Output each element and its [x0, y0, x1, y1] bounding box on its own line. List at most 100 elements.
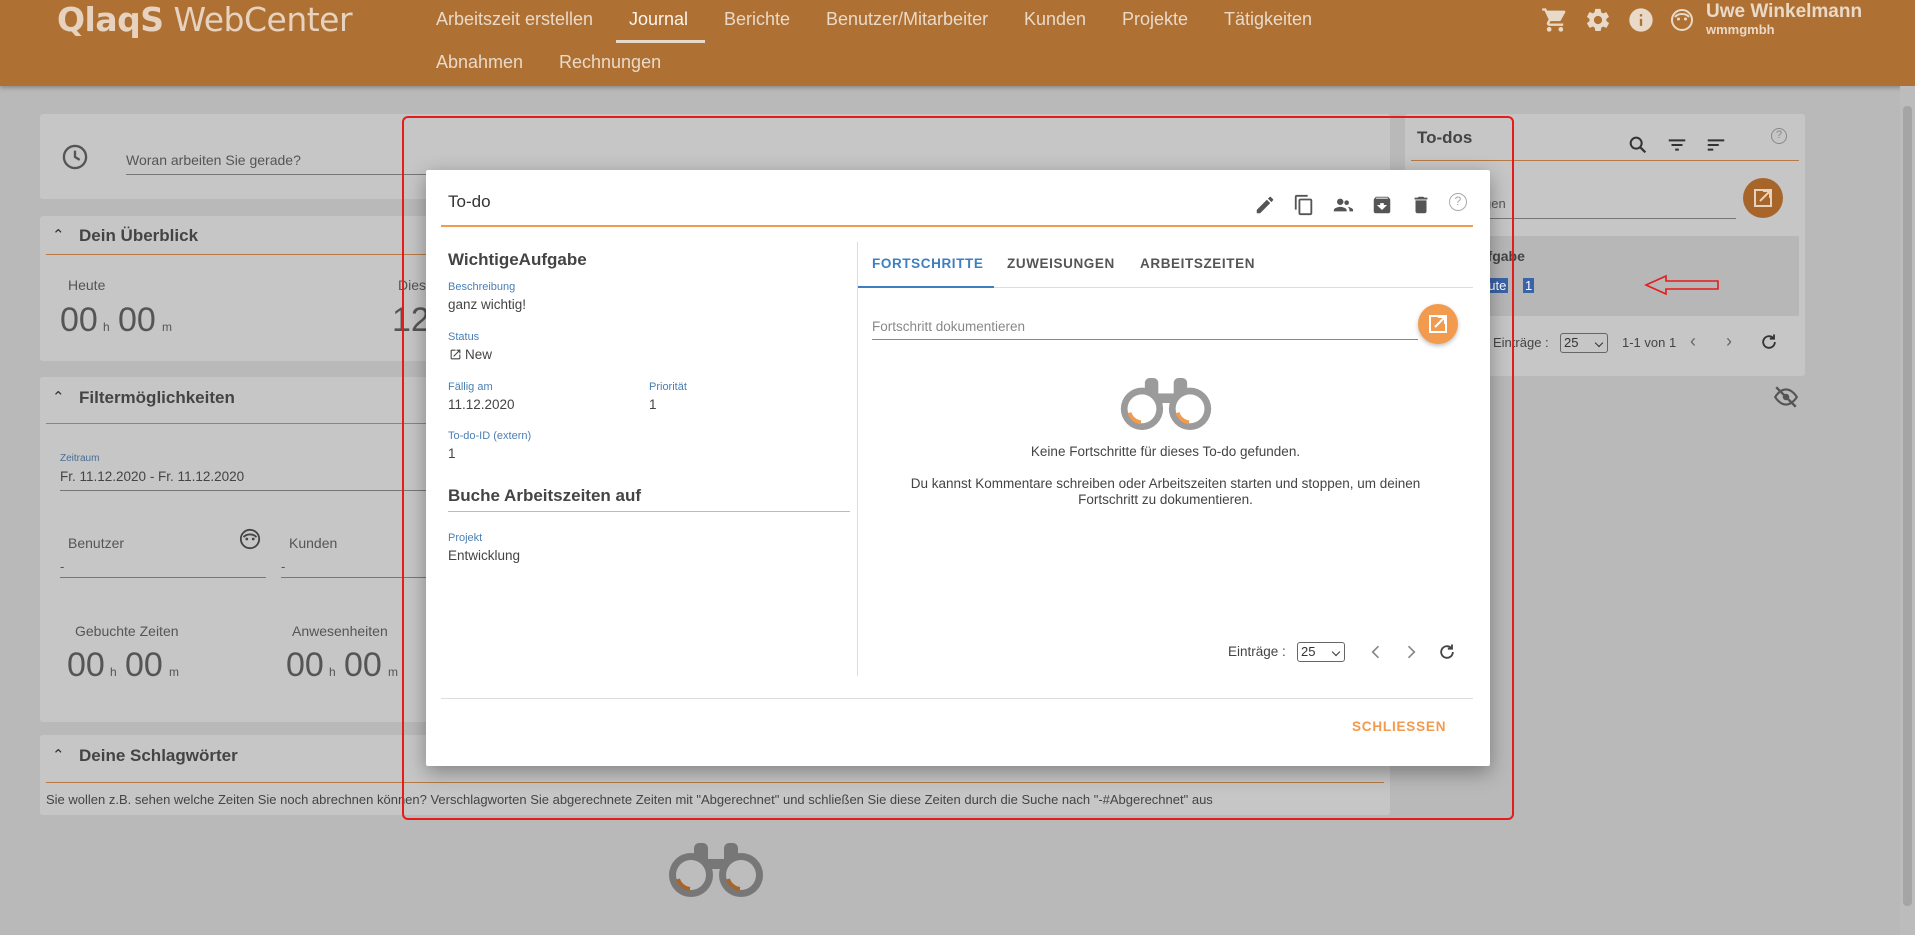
search-icon[interactable]: [1627, 134, 1649, 156]
presence-h-unit: h: [329, 665, 336, 679]
tab-arbeitszeiten[interactable]: ARBEITSZEITEN: [1140, 256, 1255, 271]
visibility-off-icon[interactable]: [1773, 384, 1799, 410]
nav-taetigkeiten[interactable]: Tätigkeiten: [1224, 9, 1312, 30]
binoculars-icon: [1116, 376, 1216, 432]
filter-rule: [46, 423, 440, 424]
app-header: QlaqS WebCenter Arbeitszeit erstellen Jo…: [0, 0, 1915, 86]
entries-label: Einträge :: [1228, 644, 1286, 659]
booked-label: Gebuchte Zeiten: [75, 623, 179, 639]
due-label: Fällig am: [448, 381, 493, 393]
nav-rechnungen[interactable]: Rechnungen: [559, 52, 661, 73]
user-filter-underline: [60, 577, 266, 578]
todos-search-underline: [1479, 218, 1736, 219]
nav-benutzer[interactable]: Benutzer/Mitarbeiter: [826, 9, 988, 30]
project-value: Entwicklung: [448, 548, 521, 563]
gear-icon[interactable]: [1584, 6, 1612, 34]
scrollbar[interactable]: [1900, 86, 1915, 935]
help-icon[interactable]: ?: [1449, 193, 1467, 211]
user-avatar-icon[interactable]: [239, 528, 261, 550]
annotation-arrow: [1644, 274, 1720, 296]
todo-dialog: To-do ? WichtigeAufgabe Beschreibung gan…: [426, 170, 1490, 766]
status-label: Status: [448, 331, 480, 343]
due-value: 11.12.2020: [448, 397, 515, 412]
dialog-footer-rule: [441, 698, 1473, 699]
user-filter-value[interactable]: -: [60, 559, 64, 574]
customer-filter-value[interactable]: -: [281, 559, 285, 574]
sort-icon[interactable]: [1705, 134, 1727, 156]
nav-abnahmen[interactable]: Abnahmen: [436, 52, 523, 73]
todos-refresh-icon[interactable]: [1759, 332, 1779, 352]
nav-kunden[interactable]: Kunden: [1024, 9, 1086, 30]
todos-next-icon[interactable]: ›: [1726, 331, 1732, 352]
booked-minutes: 00: [125, 646, 163, 684]
today-label: Heute: [68, 277, 106, 293]
book-heading: Buche Arbeitszeiten auf: [448, 486, 642, 505]
todos-range: 1-1 von 1: [1622, 335, 1677, 350]
entries-select[interactable]: 25: [1297, 642, 1345, 662]
book-heading-rule: [448, 511, 850, 512]
tab-zuweisungen[interactable]: ZUWEISUNGEN: [1007, 256, 1115, 271]
close-button[interactable]: SCHLIESSEN: [1352, 719, 1446, 734]
customer-filter-label: Kunden: [289, 535, 338, 551]
nav-arbeitszeit-erstellen[interactable]: Arbeitszeit erstellen: [436, 9, 593, 30]
external-id-label: To-do-ID (extern): [448, 430, 532, 442]
archive-icon[interactable]: [1371, 194, 1393, 216]
tags-title: Deine Schlagwörter: [79, 746, 238, 765]
presence-minutes: 00: [344, 646, 382, 684]
nav-journal[interactable]: Journal: [629, 9, 688, 30]
today-hours: 00: [60, 301, 98, 339]
todos-prev-icon[interactable]: ‹: [1690, 331, 1696, 352]
progress-input[interactable]: [872, 314, 1418, 340]
scrollbar-thumb[interactable]: [1903, 106, 1912, 906]
refresh-icon[interactable]: [1437, 642, 1457, 662]
dialog-title: To-do: [448, 192, 491, 211]
booked-hours: 00: [67, 646, 105, 684]
user-name[interactable]: Uwe Winkelmann: [1706, 1, 1862, 23]
priority-value: 1: [649, 397, 657, 412]
overview-card: ⌃ Dein Überblick Heute 00 h 00 m Dies 12: [40, 216, 440, 361]
cart-icon[interactable]: [1541, 6, 1569, 34]
nav-projekte[interactable]: Projekte: [1122, 9, 1188, 30]
open-external-button[interactable]: [1743, 178, 1783, 218]
copy-icon[interactable]: [1293, 194, 1315, 216]
delete-icon[interactable]: [1410, 194, 1432, 216]
period-underline: [60, 490, 440, 491]
status-value[interactable]: New: [465, 347, 492, 362]
collapse-icon[interactable]: ⌃: [52, 388, 65, 406]
task-name: WichtigeAufgabe: [448, 250, 587, 269]
task-input[interactable]: Woran arbeiten Sie gerade?: [126, 152, 301, 168]
next-page-icon[interactable]: [1401, 642, 1421, 662]
prev-page-icon[interactable]: [1366, 642, 1386, 662]
presence-label: Anwesenheiten: [292, 623, 388, 639]
period-value[interactable]: Fr. 11.12.2020 - Fr. 11.12.2020: [60, 469, 244, 484]
collapse-icon[interactable]: ⌃: [52, 746, 65, 764]
tab-fortschritte[interactable]: FORTSCHRITTE: [872, 256, 983, 271]
assign-icon[interactable]: [1332, 194, 1354, 216]
project-label: Projekt: [448, 532, 483, 544]
app-logo[interactable]: QlaqS WebCenter: [57, 0, 353, 39]
nav-berichte[interactable]: Berichte: [724, 9, 790, 30]
empty-hint: Du kannst Kommentare schreiben oder Arbe…: [910, 476, 1421, 507]
overview-title: Dein Überblick: [79, 226, 199, 245]
booked-m-unit: m: [169, 665, 179, 679]
edit-icon[interactable]: [1254, 194, 1276, 216]
avatar-icon[interactable]: [1670, 8, 1694, 32]
help-icon[interactable]: ?: [1771, 128, 1787, 144]
filter-card: ⌃ Filtermöglichkeiten Zeitraum Fr. 11.12…: [40, 377, 440, 722]
booked-h-unit: h: [110, 665, 117, 679]
description-label: Beschreibung: [448, 281, 516, 293]
filter-icon[interactable]: [1666, 134, 1688, 156]
info-icon[interactable]: [1627, 6, 1655, 34]
todos-entries-select[interactable]: 25: [1560, 333, 1608, 353]
user-filter-label: Benutzer: [68, 535, 125, 551]
tab-active-indicator: [858, 286, 994, 288]
empty-title: Keine Fortschritte für dieses To-do gefu…: [1030, 444, 1301, 459]
clock-icon: [61, 143, 89, 171]
collapse-icon[interactable]: ⌃: [52, 226, 65, 244]
priority-label: Priorität: [649, 381, 687, 393]
open-external-button[interactable]: [1418, 304, 1458, 344]
dialog-title-rule: [441, 225, 1473, 227]
todo-list-item[interactable]: ufgabe eute 1: [1479, 236, 1799, 316]
open-link-icon[interactable]: [449, 348, 462, 361]
nav-active-indicator: [616, 40, 705, 43]
